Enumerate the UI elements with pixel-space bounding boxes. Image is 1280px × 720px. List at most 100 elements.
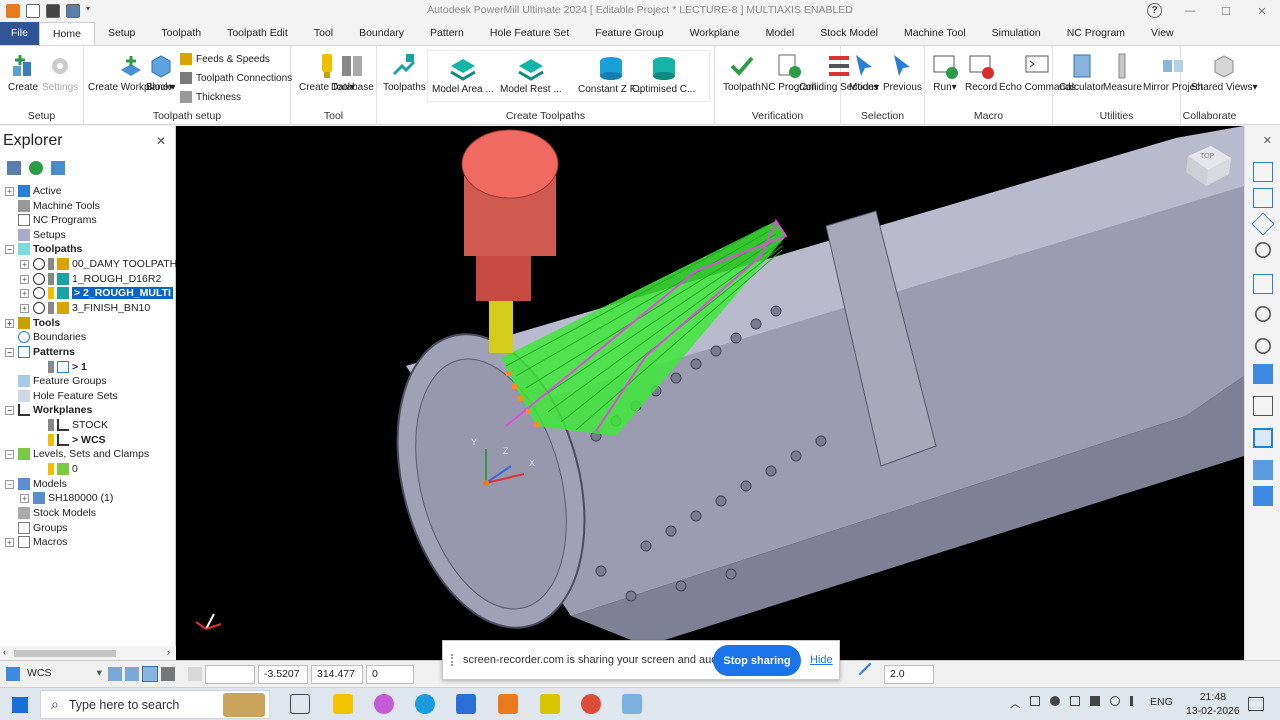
view-front-icon[interactable] xyxy=(1253,188,1273,208)
tolerance-field[interactable]: 2.0 xyxy=(884,665,934,684)
measure-button[interactable]: Measure xyxy=(1103,52,1142,93)
tab-toolpath[interactable]: Toolpath xyxy=(148,22,214,45)
grid-icon[interactable] xyxy=(125,667,139,681)
chrome-icon[interactable] xyxy=(581,694,601,714)
y-coordinate-field[interactable]: 314.477 xyxy=(311,665,363,684)
close-button[interactable]: ✕ xyxy=(1244,0,1280,22)
drag-handle[interactable] xyxy=(451,654,455,666)
tree-item-boundaries[interactable]: Boundaries xyxy=(18,330,86,344)
hide-link[interactable]: Hide xyxy=(810,654,833,666)
checkbox-icon[interactable] xyxy=(33,273,45,285)
bulb-icon[interactable] xyxy=(48,463,54,475)
app-icon[interactable] xyxy=(6,4,20,18)
notification-icon[interactable] xyxy=(1248,697,1264,711)
tree-item-models[interactable]: − Models xyxy=(5,477,67,491)
z-coordinate-field[interactable]: 0 xyxy=(366,665,414,684)
workplane-select[interactable]: WCS ▾ xyxy=(22,665,104,684)
zoom-box-icon[interactable] xyxy=(1255,306,1271,322)
tray-display-icon[interactable] xyxy=(1070,696,1080,706)
tab-model[interactable]: Model xyxy=(753,22,808,45)
bulb-icon[interactable] xyxy=(48,273,54,285)
volume-icon[interactable] xyxy=(1130,696,1140,706)
settings-button[interactable]: Settings xyxy=(42,52,78,93)
taskbar-clock[interactable]: 21:48 13-02-2026 xyxy=(1186,690,1240,718)
tree-item-nc-programs[interactable]: NC Programs xyxy=(18,213,97,227)
copilot-icon[interactable] xyxy=(374,694,394,714)
featurecam-icon[interactable] xyxy=(540,694,560,714)
tab-view[interactable]: View xyxy=(1138,22,1187,45)
close-icon[interactable]: ✕ xyxy=(1263,134,1272,147)
bulb-icon[interactable] xyxy=(48,361,54,373)
calculator-button[interactable]: Calculator xyxy=(1059,52,1104,93)
scrollbar-thumb[interactable] xyxy=(14,650,116,657)
tree-item-toolpaths[interactable]: − Toolpaths xyxy=(5,242,82,256)
zoom-icon[interactable] xyxy=(1255,242,1271,258)
block-button[interactable]: Block▾ xyxy=(146,52,175,93)
windows-start-icon[interactable] xyxy=(12,697,28,713)
shaded-wireframe-icon[interactable] xyxy=(1253,428,1273,448)
graphics-viewport[interactable]: Y Z X TOP xyxy=(176,126,1244,660)
taskbar-search[interactable]: ⌕ Type here to search xyxy=(40,690,270,719)
verify-toolpath-button[interactable]: Toolpath xyxy=(723,52,761,93)
tab-setup[interactable]: Setup xyxy=(95,22,148,45)
stop-sharing-button[interactable]: Stop sharing xyxy=(713,645,801,676)
customize-icon[interactable]: ▾ xyxy=(86,4,94,18)
tab-tool[interactable]: Tool xyxy=(301,22,346,45)
checkbox-icon[interactable] xyxy=(33,302,45,314)
minimize-button[interactable]: — xyxy=(1172,0,1208,22)
previous-selection-button[interactable]: Previous xyxy=(883,52,922,93)
tree-item-level-0[interactable]: 0 xyxy=(48,462,78,476)
x-coordinate-field[interactable]: -3.5207 xyxy=(258,665,308,684)
thickness-button[interactable]: Thickness xyxy=(180,91,241,103)
tree-view-icon[interactable] xyxy=(7,161,21,175)
tab-boundary[interactable]: Boundary xyxy=(346,22,417,45)
run-macro-button[interactable]: Run▾ xyxy=(931,52,959,93)
language-indicator[interactable]: ENG xyxy=(1150,696,1173,708)
outlook-icon[interactable] xyxy=(456,694,476,714)
blank-field[interactable] xyxy=(205,665,255,684)
tree-item-groups[interactable]: Groups xyxy=(18,521,67,535)
explorer-close-icon[interactable]: ✕ xyxy=(156,134,166,148)
tree-item-toolpath-03[interactable]: +3_FINISH_BN10 xyxy=(20,301,150,315)
record-macro-button[interactable]: Record xyxy=(965,52,997,93)
tray-chevron-icon[interactable]: ︿ xyxy=(1010,696,1021,711)
tree-item-pattern-1[interactable]: > 1 xyxy=(48,360,87,374)
tree-item-setups[interactable]: Setups xyxy=(18,228,66,242)
tab-hole-feature-set[interactable]: Hole Feature Set xyxy=(477,22,582,45)
tree-item-feature-groups[interactable]: Feature Groups xyxy=(18,374,107,388)
refresh-view-icon[interactable] xyxy=(1253,274,1273,294)
tree-item-stock-models[interactable]: Stock Models xyxy=(18,506,96,520)
keypad-icon[interactable] xyxy=(188,667,202,681)
lock-icon[interactable] xyxy=(161,667,175,681)
tab-pattern[interactable]: Pattern xyxy=(417,22,477,45)
tree-item-hole-feature-sets[interactable]: Hole Feature Sets xyxy=(18,389,118,403)
toolpath-connections-button[interactable]: Toolpath Connections xyxy=(180,72,292,84)
view-cube-icon[interactable] xyxy=(1251,212,1275,236)
model-area-button[interactable]: Model Area ... xyxy=(432,54,494,95)
bulb-icon[interactable] xyxy=(48,302,54,314)
wireframe-icon[interactable] xyxy=(1253,396,1273,416)
help-icon[interactable]: ? xyxy=(1147,3,1162,18)
tree-item-patterns[interactable]: − Patterns xyxy=(5,345,75,359)
tray-usb-icon[interactable] xyxy=(1090,696,1100,706)
bulb-icon[interactable] xyxy=(48,287,54,299)
tab-feature-group[interactable]: Feature Group xyxy=(582,22,676,45)
bulb-icon[interactable] xyxy=(48,434,54,446)
open-icon[interactable] xyxy=(26,4,40,18)
tree-item-active[interactable]: + Active xyxy=(5,184,62,198)
edge-icon[interactable] xyxy=(415,694,435,714)
powermill-icon[interactable] xyxy=(498,694,518,714)
tree-item-toolpath-01[interactable]: +1_ROUGH_D16R2 xyxy=(20,272,161,286)
bulb-icon[interactable] xyxy=(48,419,54,431)
app-window-icon[interactable] xyxy=(622,694,642,714)
model-rest-button[interactable]: Model Rest ... xyxy=(500,54,562,95)
zoom-out-icon[interactable] xyxy=(1255,338,1271,354)
tab-toolpath-edit[interactable]: Toolpath Edit xyxy=(214,22,301,45)
bulb-icon[interactable] xyxy=(48,258,54,270)
wifi-icon[interactable] xyxy=(1110,696,1120,706)
tree-item-toolpath-02[interactable]: + > 2_ROUGH_MULTI xyxy=(20,286,173,300)
globe-icon[interactable] xyxy=(29,161,43,175)
view-cube-label[interactable]: TOP xyxy=(1200,153,1214,160)
save-icon[interactable] xyxy=(46,4,60,18)
tab-nc-program[interactable]: NC Program xyxy=(1054,22,1138,45)
